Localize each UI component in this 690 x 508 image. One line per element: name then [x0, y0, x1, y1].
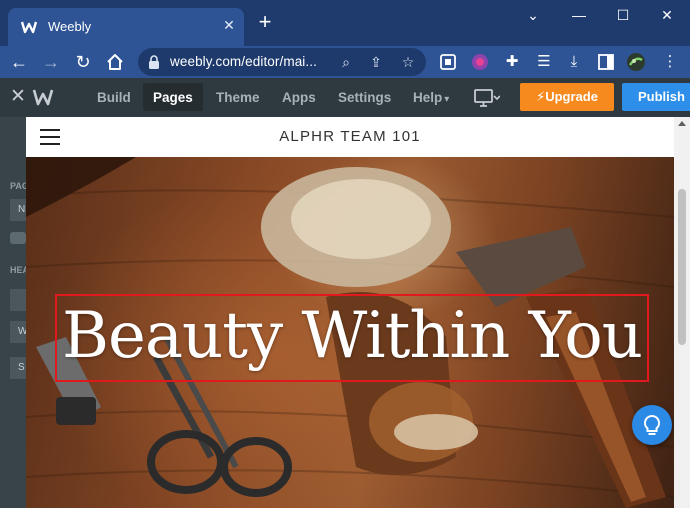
chevron-down-icon: ▾	[444, 94, 450, 105]
download-icon[interactable]: ⤓	[564, 52, 584, 72]
menu-apps[interactable]: Apps	[282, 90, 316, 105]
lock-icon	[149, 55, 159, 69]
tab-title: Weebly	[48, 19, 92, 34]
menu-build[interactable]: Build	[97, 90, 131, 105]
reading-list-icon[interactable]: ☰	[534, 52, 554, 72]
url-text[interactable]: weebly.com/editor/mai...	[170, 54, 317, 69]
weebly-favicon-icon	[20, 21, 38, 34]
hero-title[interactable]: Beauty Within You	[55, 291, 649, 381]
reload-icon[interactable]: ↻	[72, 51, 94, 73]
browser-tab-bar: Weebly ✕ + ⌄ — ☐ ✕	[0, 0, 690, 46]
browser-menu-icon[interactable]: ⋮	[660, 52, 680, 72]
close-window-button[interactable]: ✕	[644, 4, 690, 26]
extensions-puzzle-icon[interactable]: ✚	[502, 52, 522, 72]
browser-tab-weebly[interactable]: Weebly ✕	[8, 8, 244, 46]
lightbulb-icon	[643, 414, 661, 435]
help-lightbulb-button[interactable]	[632, 405, 672, 445]
profile-avatar[interactable]	[626, 52, 646, 72]
site-canvas: ALPHR TEAM 101 Beauty Within You	[26, 117, 674, 508]
site-title[interactable]: ALPHR TEAM 101	[26, 128, 674, 145]
scroll-up-arrow-icon[interactable]	[678, 121, 686, 126]
device-preview-icon[interactable]	[474, 88, 500, 108]
screenshot-extension-icon[interactable]	[438, 52, 458, 72]
menu-theme[interactable]: Theme	[216, 90, 260, 105]
browser-address-bar: ← → ↻ weebly.com/editor/mai... ⌕ ⇪ ☆ ✚ ☰…	[0, 46, 690, 78]
new-tab-icon[interactable]: +	[254, 11, 276, 34]
color-extension-icon[interactable]	[470, 52, 490, 72]
menu-help-label: Help	[413, 90, 443, 105]
weebly-logo-icon[interactable]	[32, 87, 54, 107]
sidebar-option-2[interactable]: W	[10, 321, 27, 343]
maximize-button[interactable]: ☐	[600, 4, 646, 26]
upgrade-label: Upgrade	[545, 89, 598, 104]
zoom-icon[interactable]: ⌕	[336, 52, 356, 72]
page-scrollbar[interactable]	[674, 117, 690, 508]
omnibox[interactable]: weebly.com/editor/mai... ⌕ ⇪ ☆	[138, 48, 426, 76]
sidebar-option-3[interactable]: S	[10, 357, 26, 379]
forward-icon[interactable]: →	[40, 51, 62, 73]
site-header: ALPHR TEAM 101	[26, 117, 674, 157]
close-editor-icon[interactable]: ✕	[10, 87, 26, 107]
home-icon[interactable]	[104, 51, 126, 73]
tab-close-icon[interactable]: ✕	[220, 16, 238, 34]
editor-toolbar: ✕ Build Pages Theme Apps Settings Help ▾ …	[0, 78, 690, 117]
tab-search-chevron-icon[interactable]: ⌄	[510, 4, 556, 26]
sidebar-option-1[interactable]	[10, 289, 26, 311]
side-panel-icon[interactable]	[596, 52, 616, 72]
scroll-thumb[interactable]	[678, 189, 686, 345]
menu-help[interactable]: Help ▾	[413, 90, 449, 105]
back-icon[interactable]: ←	[8, 51, 30, 73]
lightning-icon: ⚡	[536, 89, 546, 104]
sidebar-page-item[interactable]: N	[10, 199, 26, 221]
bookmark-star-icon[interactable]: ☆	[398, 52, 418, 72]
minimize-button[interactable]: —	[556, 4, 602, 26]
editor-sidebar: PAG N HEA W S	[0, 117, 29, 508]
hero-banner[interactable]: Beauty Within You	[26, 157, 674, 508]
publish-button[interactable]: Publish	[622, 83, 690, 111]
share-icon[interactable]: ⇪	[366, 52, 386, 72]
sidebar-toggle[interactable]	[10, 232, 26, 244]
menu-pages[interactable]: Pages	[143, 83, 203, 111]
menu-settings[interactable]: Settings	[338, 90, 391, 105]
upgrade-button[interactable]: ⚡Upgrade	[520, 83, 614, 111]
